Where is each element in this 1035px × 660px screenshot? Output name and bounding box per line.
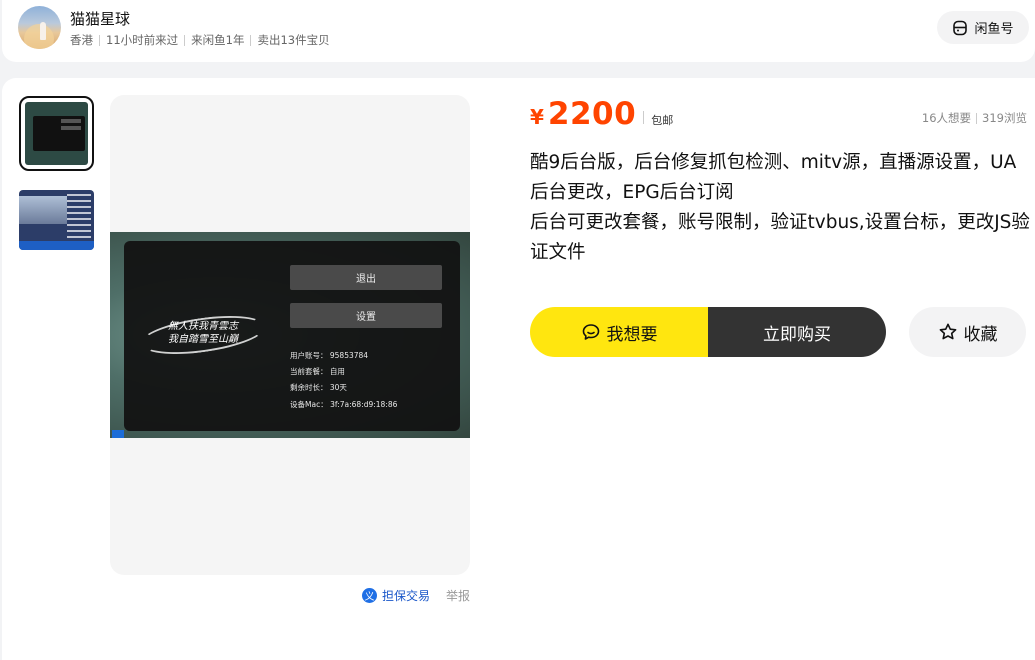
report-link[interactable]: 举报	[446, 587, 470, 604]
thumbnail-2-sky	[19, 196, 67, 224]
chat-bubble-icon	[582, 324, 599, 340]
thumbnail-2-list	[67, 194, 91, 238]
purchase-actions: 我想要 立即购买	[530, 307, 886, 357]
star-outline-icon	[939, 323, 956, 340]
avatar-sun-shape	[24, 24, 54, 49]
xianyu-id-button[interactable]: 闲鱼号	[937, 11, 1029, 44]
tv-screenshot: 無人扶我青雲志 我自踏雪至山巔 退出 设置 用户账号： 95853784 当前套…	[110, 232, 470, 438]
meta-divider	[250, 34, 252, 46]
tv-package-info: 当前套餐： 自用	[290, 367, 345, 376]
tv-remaining-info: 剩余时长： 30天	[290, 383, 347, 392]
listing-description: 酷9后台版，后台修复抓包检测、mitv源，直播源设置，UA后台更改，EPG后台订…	[530, 148, 1030, 268]
want-label: 我想要	[606, 324, 658, 345]
thumbnail-1-selected[interactable]	[19, 96, 94, 171]
xianyu-logo-icon	[953, 20, 968, 35]
thumbnail-2-bar	[19, 241, 94, 250]
tv-slogan-line2: 我自踏雪至山巔	[168, 334, 238, 345]
tv-settings-button: 设置	[290, 303, 442, 328]
tv-exit-button: 退出	[290, 265, 442, 290]
wants-count: 16人想要	[921, 111, 972, 125]
buy-now-label: 立即购买	[763, 324, 831, 345]
guarantee-label: 担保交易	[382, 589, 431, 603]
thumbnail-1-button	[61, 126, 81, 130]
listing-stats: 16人想要 319浏览	[922, 110, 1027, 126]
avatar-person-shape	[40, 22, 46, 40]
description-line: 酷9后台版，后台修复抓包检测、mitv源，直播源设置，UA后台更改，EPG后台订…	[530, 152, 1017, 203]
seller-meta: 香港 11小时前来过 来闲鱼1年 卖出13件宝贝	[70, 32, 330, 48]
seller-last-seen: 11小时前来过	[106, 33, 179, 47]
price-amount: 2200	[547, 96, 637, 132]
favorite-label: 收藏	[963, 324, 998, 345]
guarantee-badge-icon: 义	[362, 588, 377, 603]
seller-name[interactable]: 猫猫星球	[70, 8, 130, 29]
stats-divider	[976, 112, 978, 124]
currency-symbol: ¥	[530, 105, 544, 129]
xianyu-id-label: 闲鱼号	[974, 22, 1014, 37]
want-button[interactable]: 我想要	[530, 307, 708, 357]
tv-slogan: 無人扶我青雲志 我自踏雪至山巔	[144, 320, 262, 360]
seller-sold-count: 卖出13件宝贝	[257, 33, 330, 47]
views-count: 319浏览	[982, 111, 1027, 125]
seller-card: 猫猫星球 香港 11小时前来过 来闲鱼1年 卖出13件宝贝 闲鱼号	[2, 0, 1035, 62]
favorite-button[interactable]: 收藏	[909, 307, 1026, 357]
seller-location: 香港	[70, 33, 93, 47]
description-line: 后台可更改套餐，账号限制，验证tvbus,设置台标，更改JS验证文件	[530, 212, 1030, 263]
price-row: ¥ 2200 包邮	[530, 96, 673, 132]
tv-slogan-line1: 無人扶我青雲志	[168, 321, 238, 332]
guarantee-link[interactable]: 义 担保交易	[362, 587, 430, 604]
seller-avatar[interactable]	[18, 6, 61, 49]
meta-divider	[99, 34, 100, 46]
price-divider	[643, 111, 645, 124]
shipping-label: 包邮	[651, 114, 674, 127]
tv-mac-info: 设备Mac： 3f:7a:68:d9:18:86	[290, 400, 398, 409]
seller-joined: 来闲鱼1年	[191, 33, 245, 47]
thumbnail-1-image	[25, 102, 88, 165]
tv-account-info: 用户账号： 95853784	[290, 351, 369, 360]
tv-corner-badge	[112, 430, 124, 438]
thumbnail-1-button	[61, 119, 81, 123]
meta-divider	[184, 34, 186, 46]
main-image-frame[interactable]: 無人扶我青雲志 我自踏雪至山巔 退出 设置 用户账号： 95853784 当前套…	[110, 95, 470, 575]
thumbnail-2[interactable]	[19, 190, 94, 250]
buy-now-button[interactable]: 立即购买	[708, 307, 886, 357]
